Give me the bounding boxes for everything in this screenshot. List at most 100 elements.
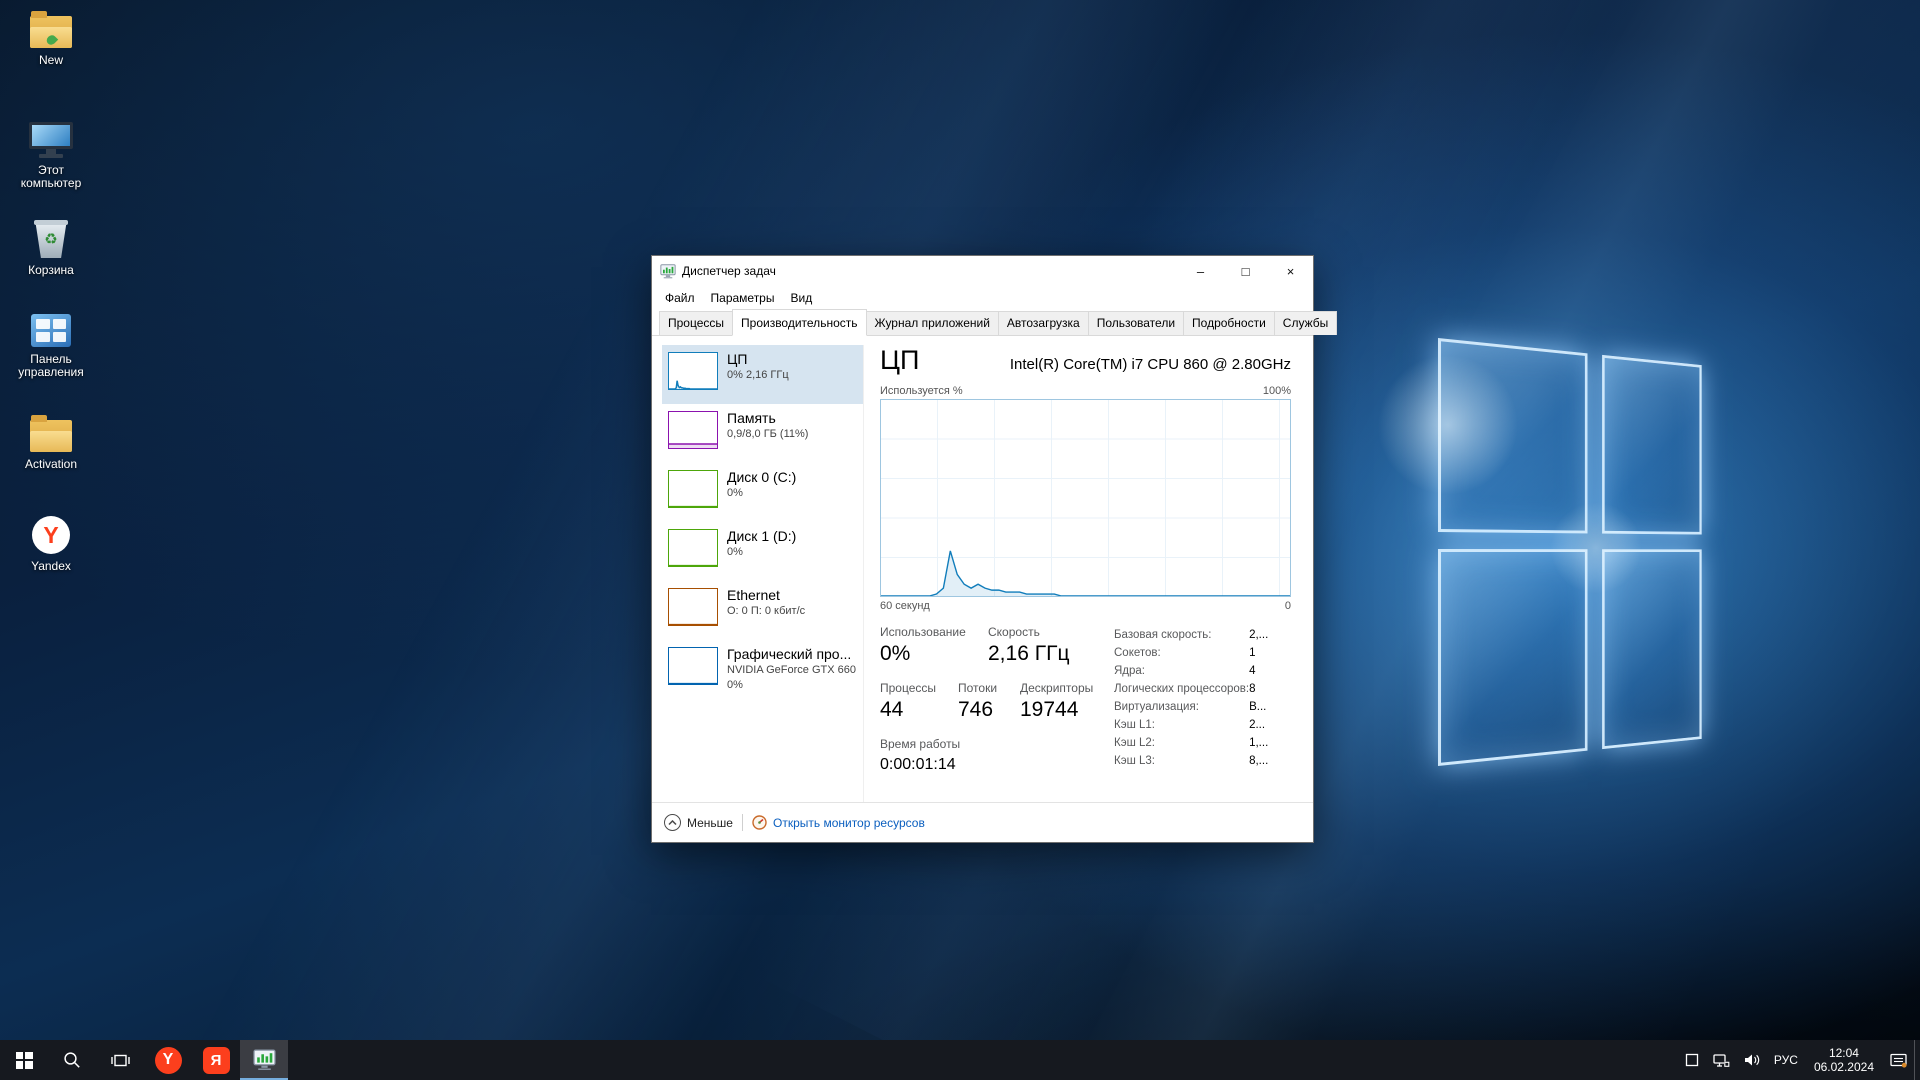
resource-monitor-link[interactable]: Открыть монитор ресурсов <box>752 815 925 830</box>
usage-label: Использование <box>880 625 988 639</box>
volume-icon <box>1744 1053 1760 1067</box>
minimize-button[interactable]: – <box>1178 256 1223 286</box>
sidebar-item-title: Графический про... <box>727 646 856 662</box>
processes-label: Процессы <box>880 681 958 695</box>
tab-processes[interactable]: Процессы <box>659 311 733 335</box>
chevron-up-icon <box>664 814 681 831</box>
search-button[interactable] <box>48 1040 96 1080</box>
cpu-thumbnail <box>668 352 718 390</box>
clock[interactable]: 12:04 06.02.2024 <box>1805 1040 1883 1080</box>
detail-value: 8,... <box>1249 752 1291 770</box>
control-panel-icon <box>31 314 71 347</box>
sidebar-item-disk0[interactable]: Диск 0 (C:) 0% <box>662 463 863 522</box>
handles-value: 19744 <box>1020 698 1093 722</box>
speed-label: Скорость <box>988 625 1069 639</box>
desktop-icon-recycle-bin[interactable]: ♻ Корзина <box>6 220 96 277</box>
menu-file[interactable]: Файл <box>657 288 703 308</box>
sidebar-item-title: Ethernet <box>727 587 805 603</box>
detail-value: В... <box>1249 698 1291 716</box>
close-button[interactable]: × <box>1268 256 1313 286</box>
clock-time: 12:04 <box>1829 1046 1859 1060</box>
desktop-icon-activation[interactable]: Activation <box>6 420 96 471</box>
sidebar-item-memory[interactable]: Память 0,9/8,0 ГБ (11%) <box>662 404 863 463</box>
volume-button[interactable] <box>1737 1040 1767 1080</box>
cpu-stats: Использование 0% Скорость 2,16 ГГц Проце… <box>880 625 1114 802</box>
network-button[interactable] <box>1706 1040 1737 1080</box>
memory-thumbnail <box>668 411 718 449</box>
menu-options[interactable]: Параметры <box>703 288 783 308</box>
less-details-button[interactable]: Меньше <box>664 814 733 831</box>
detail-label: Кэш L2: <box>1114 734 1249 752</box>
disk1-thumbnail <box>668 529 718 567</box>
show-desktop-button[interactable] <box>1914 1040 1920 1080</box>
tab-app-history[interactable]: Журнал приложений <box>866 311 999 335</box>
start-button[interactable] <box>0 1040 48 1080</box>
folder-icon <box>30 420 72 452</box>
cpu-usage-sparkline <box>881 400 1290 596</box>
cpu-model-name: Intel(R) Core(TM) i7 CPU 860 @ 2.80GHz <box>1010 356 1291 373</box>
taskbar: Y Я <box>0 1040 1920 1080</box>
uptime-label: Время работы <box>880 737 960 751</box>
task-view-button[interactable] <box>96 1040 144 1080</box>
sidebar-item-cpu[interactable]: ЦП 0% 2,16 ГГц <box>662 345 863 404</box>
maximize-button[interactable]: □ <box>1223 256 1268 286</box>
desktop-icon-label: Корзина <box>28 264 74 277</box>
tray-app-button[interactable] <box>1678 1040 1706 1080</box>
yandex-icon: Y <box>32 516 70 554</box>
detail-value: 1 <box>1249 644 1291 662</box>
sidebar-item-sub: О: 0 П: 0 кбит/с <box>727 605 805 618</box>
tab-services[interactable]: Службы <box>1274 311 1337 335</box>
sidebar-item-gpu[interactable]: Графический про... NVIDIA GeForce GTX 66… <box>662 640 863 699</box>
detail-label: Ядра: <box>1114 662 1249 680</box>
task-manager-window: Диспетчер задач – □ × Файл Параметры Вид… <box>651 255 1314 843</box>
sidebar-item-ethernet[interactable]: Ethernet О: 0 П: 0 кбит/с <box>662 581 863 640</box>
footer-divider <box>742 814 743 831</box>
detail-value: 2... <box>1249 716 1291 734</box>
sidebar-item-sub2: 0% <box>727 679 856 692</box>
desktop-icon-yandex[interactable]: Y Yandex <box>6 516 96 573</box>
yandex-browser-icon: Y <box>155 1047 182 1074</box>
desktop-icon-control-panel[interactable]: Панель управления <box>6 314 96 379</box>
search-icon <box>63 1051 81 1069</box>
detail-label: Кэш L3: <box>1114 752 1249 770</box>
task-manager-taskbar-button[interactable] <box>240 1040 288 1080</box>
tab-startup[interactable]: Автозагрузка <box>998 311 1089 335</box>
yandex-app-button[interactable]: Я <box>192 1040 240 1080</box>
task-view-icon <box>111 1053 130 1068</box>
sidebar-item-disk1[interactable]: Диск 1 (D:) 0% <box>662 522 863 581</box>
desktop-icon-this-pc[interactable]: Этот компьютер <box>6 122 96 190</box>
computer-icon <box>29 122 73 158</box>
threads-label: Потоки <box>958 681 1020 695</box>
sidebar-item-title: ЦП <box>727 351 789 367</box>
tab-performance[interactable]: Производительность <box>732 309 866 336</box>
speed-value: 2,16 ГГц <box>988 642 1069 666</box>
desktop-icon-new[interactable]: New <box>6 16 96 67</box>
language-indicator[interactable]: РУС <box>1767 1040 1805 1080</box>
task-manager-icon <box>253 1049 276 1071</box>
detail-value: 2,... <box>1249 626 1291 644</box>
tab-users[interactable]: Пользователи <box>1088 311 1184 335</box>
desktop-icon-label: Панель управления <box>7 353 95 379</box>
disk0-thumbnail <box>668 470 718 508</box>
handles-label: Дескрипторы <box>1020 681 1093 695</box>
tab-strip: Процессы Производительность Журнал прило… <box>652 309 1313 336</box>
recycle-glyph: ♻ <box>33 230 69 248</box>
detail-label: Логических процессоров: <box>1114 680 1249 698</box>
folder-new-icon <box>30 16 72 48</box>
yandex-browser-button[interactable]: Y <box>144 1040 192 1080</box>
menu-view[interactable]: Вид <box>782 288 820 308</box>
chart-ylabel: Используется % <box>880 385 963 397</box>
gpu-thumbnail <box>668 647 718 685</box>
sidebar-item-sub: NVIDIA GeForce GTX 660 <box>727 664 856 677</box>
uptime-value: 0:00:01:14 <box>880 756 960 774</box>
action-center-button[interactable] <box>1883 1040 1914 1080</box>
title-bar[interactable]: Диспетчер задач – □ × <box>652 256 1313 286</box>
sidebar-item-title: Диск 0 (C:) <box>727 469 796 485</box>
clock-date: 06.02.2024 <box>1814 1060 1874 1074</box>
sidebar-item-sub: 0,9/8,0 ГБ (11%) <box>727 428 808 441</box>
tab-details[interactable]: Подробности <box>1183 311 1275 335</box>
chart-xmin-label: 0 <box>1285 600 1291 612</box>
desktop-icon-label: Activation <box>25 458 77 471</box>
yandex-app-icon: Я <box>203 1047 230 1074</box>
tray-window-icon <box>1685 1053 1699 1067</box>
